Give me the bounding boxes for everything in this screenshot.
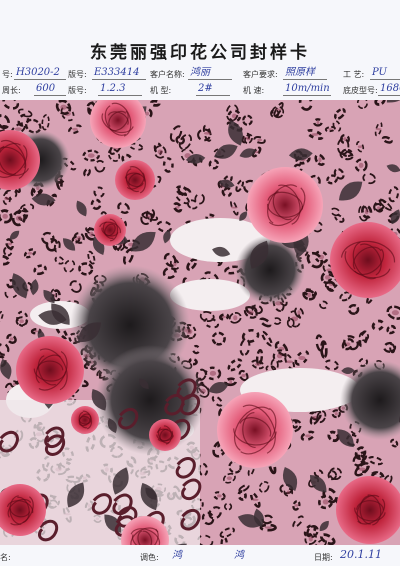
toner-signature-2: 鸿 bbox=[234, 550, 244, 561]
leopard-spot-center bbox=[89, 231, 94, 237]
rose-flower bbox=[16, 336, 84, 404]
leopard-spot-center bbox=[14, 127, 22, 131]
leopard-spot-center bbox=[72, 127, 78, 131]
leopard-spot-center bbox=[247, 310, 254, 315]
rose-flower bbox=[115, 160, 155, 200]
version-value: E333414 bbox=[92, 67, 146, 80]
version-label: 版号: bbox=[68, 70, 87, 79]
machine-label: 机 型: bbox=[150, 86, 172, 95]
pattern-no-value: H3020-2 bbox=[14, 67, 66, 80]
leopard-spot-center bbox=[275, 108, 282, 111]
sample-card: 东莞丽强印花公司封样卡 号: H3020-2 版号: E333414 客户名称:… bbox=[0, 0, 400, 566]
leopard-spot-center bbox=[34, 330, 39, 333]
leopard-spot-center bbox=[334, 412, 338, 416]
base-paper-value: 1680 bbox=[378, 83, 400, 96]
leopard-spot-center bbox=[377, 206, 381, 210]
leopard-spot-center bbox=[15, 215, 22, 221]
leopard-spot-center bbox=[175, 206, 180, 209]
date-label: 日期: bbox=[314, 553, 333, 562]
leopard-spot-center bbox=[318, 157, 322, 163]
color-value: 1.2.3 bbox=[98, 83, 142, 96]
fabric-print-image bbox=[0, 100, 400, 545]
card-footer: 名: 调色: 鸿 鸿 日期: 20.1.11 bbox=[0, 548, 400, 566]
toner-signature-1: 鸿 bbox=[172, 550, 182, 561]
leopard-spot-center bbox=[233, 315, 238, 321]
leopard-spot-center bbox=[222, 315, 226, 318]
leopard-spot-center bbox=[216, 494, 222, 498]
leopard-spot-center bbox=[322, 499, 329, 505]
process-label: 工 艺: bbox=[343, 70, 365, 79]
leopard-spot-center bbox=[305, 434, 311, 438]
leopard-spot-center bbox=[74, 238, 78, 241]
leopard-spot-center bbox=[19, 319, 24, 324]
process-value: PU bbox=[370, 67, 400, 80]
toner-label: 调色: bbox=[140, 553, 159, 562]
rose-flower bbox=[149, 419, 181, 451]
leopard-spot-center bbox=[324, 275, 331, 280]
leopard-spot-center bbox=[9, 337, 14, 341]
customer-req-label: 客户要求: bbox=[243, 70, 278, 79]
leopard-spot-center bbox=[375, 128, 382, 131]
leopard-spot-center bbox=[391, 310, 399, 316]
leopard-spot-center bbox=[2, 213, 8, 219]
leopard-spot-center bbox=[255, 362, 261, 367]
leopard-spot-center bbox=[209, 370, 217, 376]
leopard-spot-center bbox=[229, 379, 233, 385]
leopard-spot-center bbox=[60, 104, 67, 110]
leopard-spot-center bbox=[286, 490, 290, 495]
date-value: 20.1.11 bbox=[340, 548, 382, 561]
leopard-spot-center bbox=[257, 138, 263, 142]
speed-label: 机 速: bbox=[243, 86, 265, 95]
pattern-no-label: 号: bbox=[2, 70, 13, 79]
fabric-sample bbox=[0, 100, 400, 545]
leopard-spot-center bbox=[276, 353, 283, 359]
customer-req-value: 照原样 bbox=[283, 67, 327, 80]
leopard-spot-center bbox=[308, 536, 313, 542]
leopard-spot-center bbox=[358, 162, 364, 168]
rose-flower bbox=[71, 406, 99, 434]
cycle-label: 周长: bbox=[2, 86, 21, 95]
leopard-spot-center bbox=[311, 133, 319, 136]
machine-value: 2# bbox=[196, 83, 230, 96]
rose-flower bbox=[247, 167, 323, 243]
card-title: 东莞丽强印花公司封样卡 bbox=[90, 43, 310, 63]
footer-left-label: 名: bbox=[0, 553, 11, 562]
base-paper-label: 底皮型号: bbox=[343, 86, 378, 95]
info-row-1: 号: H3020-2 版号: E333414 客户名称: 鸿丽 客户要求: 照原… bbox=[0, 67, 400, 83]
leopard-spot-center bbox=[230, 206, 238, 209]
leopard-spot-center bbox=[7, 242, 12, 246]
leopard-spot-center bbox=[264, 526, 272, 529]
leopard-spot-center bbox=[307, 292, 311, 298]
leopard-spot-center bbox=[87, 153, 95, 158]
leopard-spot-center bbox=[297, 310, 301, 315]
rose-flower bbox=[217, 392, 293, 468]
leopard-spot-center bbox=[241, 374, 246, 378]
leopard-spot-center bbox=[358, 467, 366, 472]
leopard-spot-center bbox=[157, 149, 163, 155]
customer-name-label: 客户名称: bbox=[150, 70, 185, 79]
leopard-spot-center bbox=[226, 476, 233, 481]
leopard-spot-center bbox=[298, 355, 306, 360]
leopard-spot-center bbox=[4, 197, 10, 201]
color-label: 版号: bbox=[68, 86, 87, 95]
leopard-spot-center bbox=[251, 498, 259, 501]
speed-value: 10m/min bbox=[283, 83, 331, 96]
leopard-spot-center bbox=[246, 137, 251, 141]
leopard-spot-center bbox=[76, 236, 82, 240]
leopard-spot-center bbox=[328, 128, 333, 131]
leopard-spot-center bbox=[203, 132, 211, 135]
leopard-spot-center bbox=[357, 145, 363, 148]
leopard-spot-center bbox=[364, 208, 369, 215]
info-row-2: 周长: 600 版号: 1.2.3 机 型: 2# 机 速: 10m/min 底… bbox=[0, 83, 400, 99]
leopard-spot-center bbox=[27, 251, 33, 255]
leopard-spot-center bbox=[316, 120, 320, 125]
leopard-spot-center bbox=[294, 504, 299, 507]
cycle-value: 600 bbox=[34, 83, 66, 96]
customer-name-value: 鸿丽 bbox=[188, 67, 232, 80]
leopard-spot-center bbox=[286, 360, 294, 364]
